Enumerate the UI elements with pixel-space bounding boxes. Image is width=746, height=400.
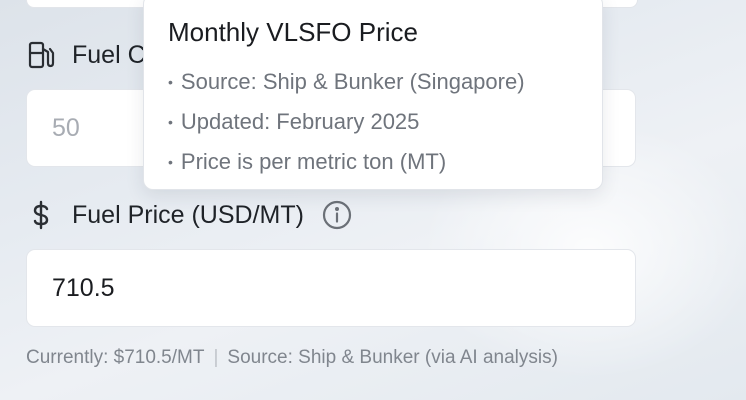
tooltip-item: • Source: Ship & Bunker (Singapore) bbox=[168, 62, 578, 102]
fuel-price-label: Fuel Price (USD/MT) bbox=[72, 200, 304, 229]
bullet-icon: • bbox=[168, 154, 173, 170]
fuel-consumption-label: Fuel C bbox=[72, 40, 146, 69]
current-price-text: Currently: $710.5/MT bbox=[26, 347, 205, 368]
tooltip-item: • Updated: February 2025 bbox=[168, 102, 578, 142]
tooltip-item-text: Updated: February 2025 bbox=[180, 109, 420, 134]
bullet-icon: • bbox=[168, 74, 173, 90]
tooltip-item-text: Price is per metric ton (MT) bbox=[180, 149, 447, 174]
info-icon[interactable] bbox=[322, 200, 352, 230]
tooltip-item: • Price is per metric ton (MT) bbox=[168, 142, 578, 182]
helper-separator: | bbox=[213, 347, 219, 368]
fuel-price-helper-text: Currently: $710.5/MT | Source: Ship & Bu… bbox=[26, 347, 558, 369]
bullet-icon: • bbox=[168, 114, 173, 130]
tooltip-item-text: Source: Ship & Bunker (Singapore) bbox=[180, 69, 525, 94]
tooltip-list: • Source: Ship & Bunker (Singapore) • Upda… bbox=[168, 62, 578, 182]
price-source-text: Source: Ship & Bunker (via AI analysis) bbox=[227, 347, 558, 368]
fuel-price-label-row: Fuel Price (USD/MT) bbox=[26, 200, 352, 230]
fuel-consumption-label-row: Fuel C bbox=[26, 40, 146, 70]
tooltip-title: Monthly VLSFO Price bbox=[168, 17, 418, 47]
fuel-price-input[interactable]: 710.5 bbox=[26, 249, 636, 327]
price-info-tooltip: Monthly VLSFO Price • Source: Ship & Bunk… bbox=[143, 0, 603, 190]
dollar-icon bbox=[26, 200, 56, 230]
fuel-pump-icon bbox=[26, 40, 56, 70]
